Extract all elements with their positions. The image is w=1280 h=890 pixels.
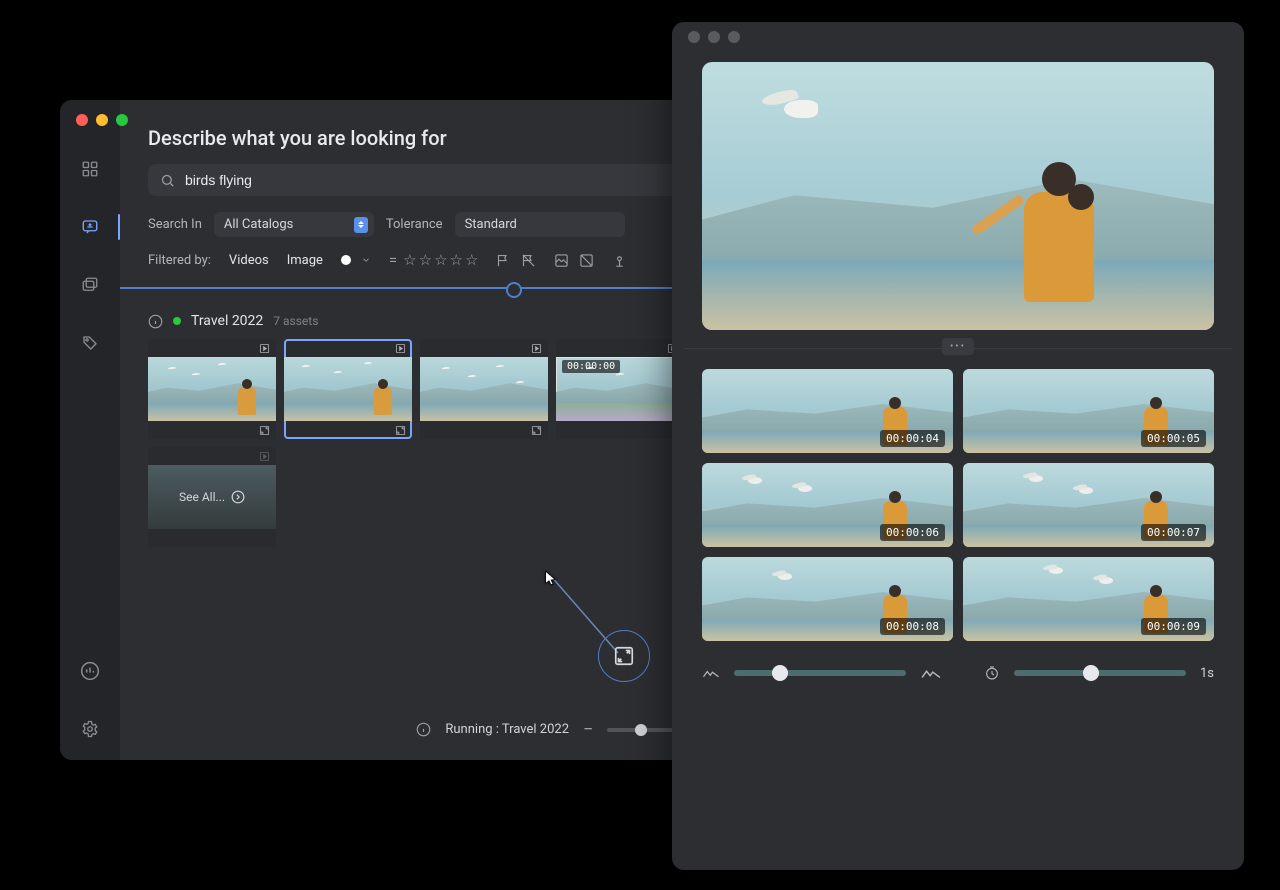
status-dot-icon <box>173 317 181 325</box>
frame-off-icon[interactable] <box>579 253 594 268</box>
thumbnail-item[interactable] <box>148 339 276 439</box>
frame-timestamp: 00:00:05 <box>1141 430 1206 447</box>
pin-icon[interactable] <box>612 253 627 268</box>
expand-icon[interactable] <box>531 425 542 436</box>
search-in-value: All Catalogs <box>224 217 293 232</box>
expand-icon <box>613 645 635 667</box>
frame-timestamp: 00:00:08 <box>880 618 945 635</box>
cursor-icon <box>543 570 559 586</box>
sidebar-analytics-icon[interactable] <box>75 656 105 686</box>
see-all-label: See All... <box>179 490 225 504</box>
info-icon[interactable] <box>416 722 431 737</box>
frame-timestamp: 00:00:07 <box>1141 524 1206 541</box>
window-controls <box>76 114 128 126</box>
interval-slider[interactable] <box>1014 670 1186 676</box>
thumb-size-large-icon <box>920 665 942 681</box>
star-icon: ☆ <box>465 251 478 269</box>
frame-item[interactable]: 00:00:09 <box>963 557 1214 641</box>
tolerance-label: Tolerance <box>386 217 443 232</box>
flag-icon[interactable] <box>496 253 511 268</box>
search-in-label: Search In <box>148 217 202 232</box>
rating-filter[interactable]: = ☆☆☆☆☆ <box>389 251 479 269</box>
tolerance-value: Standard <box>465 217 517 232</box>
star-icon: ☆ <box>419 251 432 269</box>
search-icon <box>160 173 175 188</box>
frame-item[interactable]: 00:00:06 <box>702 463 953 547</box>
window-zoom-button[interactable] <box>728 31 740 43</box>
play-icon <box>395 343 406 354</box>
chevron-down-icon <box>361 255 371 265</box>
frame-timestamp: 00:00:04 <box>880 430 945 447</box>
preview-hero[interactable] <box>702 62 1214 330</box>
sidebar-tag-icon[interactable] <box>75 328 105 358</box>
search-in-select[interactable]: All Catalogs <box>214 212 374 237</box>
status-text: Running : Travel 2022 <box>445 722 569 737</box>
window-minimize-button[interactable] <box>708 31 720 43</box>
thumbnail-item[interactable] <box>284 339 412 439</box>
interval-icon <box>984 665 1000 681</box>
zoom-out-icon[interactable]: − <box>583 719 593 740</box>
star-icon: ☆ <box>434 251 447 269</box>
thumb-size-slider[interactable] <box>734 670 906 676</box>
star-icon: ☆ <box>450 251 463 269</box>
group-name: Travel 2022 <box>191 313 263 329</box>
filter-chip-image[interactable]: Image <box>287 253 323 268</box>
frame-grid: 00:00:04 00:00:05 00:00:06 00:00:07 00:0… <box>672 349 1244 651</box>
info-icon[interactable] <box>148 314 163 329</box>
expand-icon[interactable] <box>259 425 270 436</box>
star-icon: ☆ <box>403 251 416 269</box>
sidebar-library-icon[interactable] <box>75 270 105 300</box>
thumb-size-small-icon <box>702 666 720 680</box>
preview-window: 00:00:04 00:00:05 00:00:06 00:00:07 00:0… <box>672 22 1244 870</box>
color-dot-icon <box>341 255 351 265</box>
window-minimize-button[interactable] <box>96 114 108 126</box>
group-count: 7 assets <box>273 314 318 328</box>
frame-item[interactable]: 00:00:04 <box>702 369 953 453</box>
frame-item[interactable]: 00:00:07 <box>963 463 1214 547</box>
filter-chip-videos[interactable]: Videos <box>229 253 269 268</box>
select-stepper-icon <box>354 217 368 233</box>
tolerance-select[interactable]: Standard <box>455 212 625 237</box>
frame-icon[interactable] <box>554 253 569 268</box>
frame-timestamp: 00:00:06 <box>880 524 945 541</box>
chevron-right-circle-icon <box>231 490 245 504</box>
window-close-button[interactable] <box>688 31 700 43</box>
window-close-button[interactable] <box>76 114 88 126</box>
frame-item[interactable]: 00:00:05 <box>963 369 1214 453</box>
play-icon <box>531 343 542 354</box>
seagull-graphic <box>762 92 832 128</box>
thumbnail-see-all[interactable]: See All... <box>148 447 276 547</box>
frame-timestamp: 00:00:09 <box>1141 618 1206 635</box>
preview-controls: 1s <box>672 651 1244 703</box>
thumbnail-item[interactable]: 00:00:00 <box>556 339 684 439</box>
play-icon <box>259 451 270 462</box>
window-controls <box>672 22 1244 52</box>
panel-splitter[interactable] <box>684 348 1232 349</box>
filtered-by-label: Filtered by: <box>148 253 211 268</box>
expand-icon[interactable] <box>395 425 406 436</box>
sidebar <box>60 100 120 760</box>
thumbnail-item[interactable] <box>420 339 548 439</box>
window-zoom-button[interactable] <box>116 114 128 126</box>
sidebar-settings-icon[interactable] <box>75 714 105 744</box>
color-filter[interactable] <box>341 255 371 265</box>
expand-callout-circle <box>598 630 650 682</box>
interval-value: 1s <box>1200 666 1214 681</box>
play-icon <box>259 343 270 354</box>
sidebar-dashboard-icon[interactable] <box>75 154 105 184</box>
sidebar-search-chat-icon[interactable] <box>75 212 105 242</box>
frame-item[interactable]: 00:00:08 <box>702 557 953 641</box>
flag-off-icon[interactable] <box>521 253 536 268</box>
